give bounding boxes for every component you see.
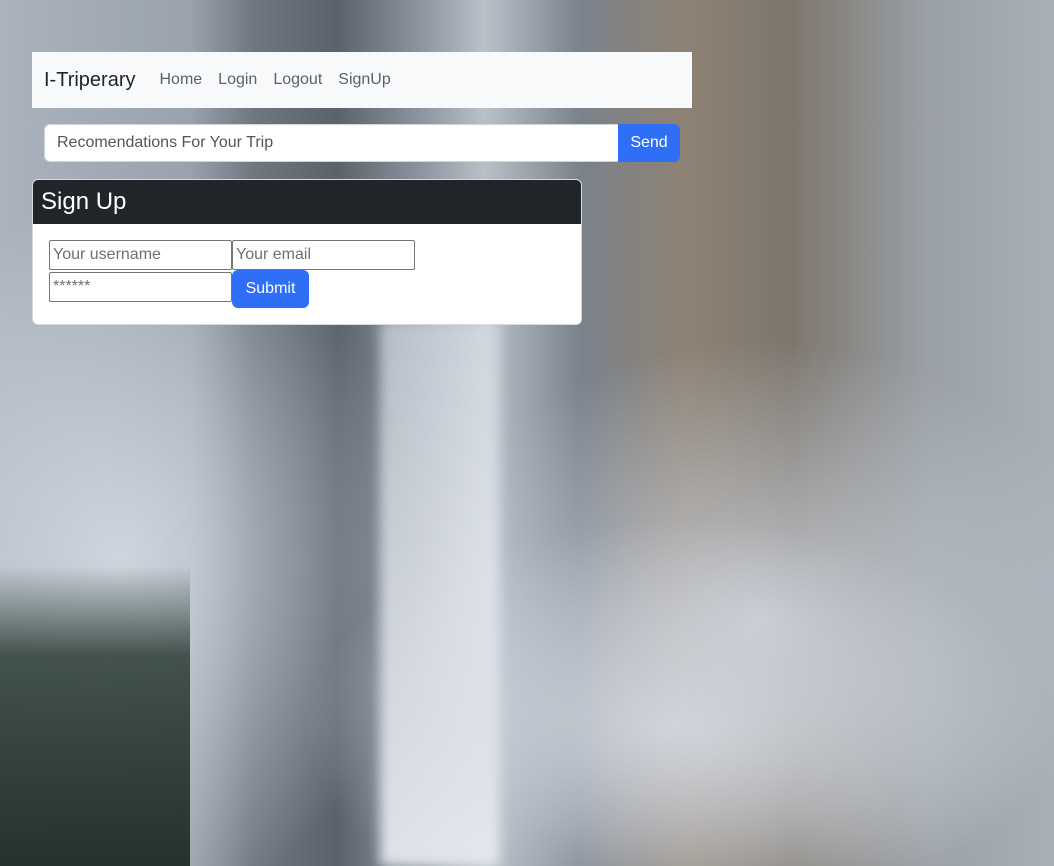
nav-link-home[interactable]: Home [159,71,202,89]
username-field[interactable] [49,240,232,270]
forest-trees [0,566,190,866]
password-field[interactable] [49,272,232,302]
brand-logo[interactable]: I-Triperary [44,69,135,92]
recommendation-search: Send [44,124,680,162]
nav-link-login[interactable]: Login [218,71,257,89]
signup-title: Sign Up [33,180,581,224]
signup-form: Submit [33,224,581,324]
recommendation-input[interactable] [44,124,618,162]
email-field[interactable] [232,240,415,270]
signup-card: Sign Up Submit [32,179,582,325]
submit-button[interactable]: Submit [232,270,309,308]
send-button[interactable]: Send [618,124,680,162]
nav-link-signup[interactable]: SignUp [338,71,390,89]
nav-link-logout[interactable]: Logout [273,71,322,89]
navbar: I-Triperary Home Login Logout SignUp [32,52,692,108]
fog-overlay [300,520,1054,866]
